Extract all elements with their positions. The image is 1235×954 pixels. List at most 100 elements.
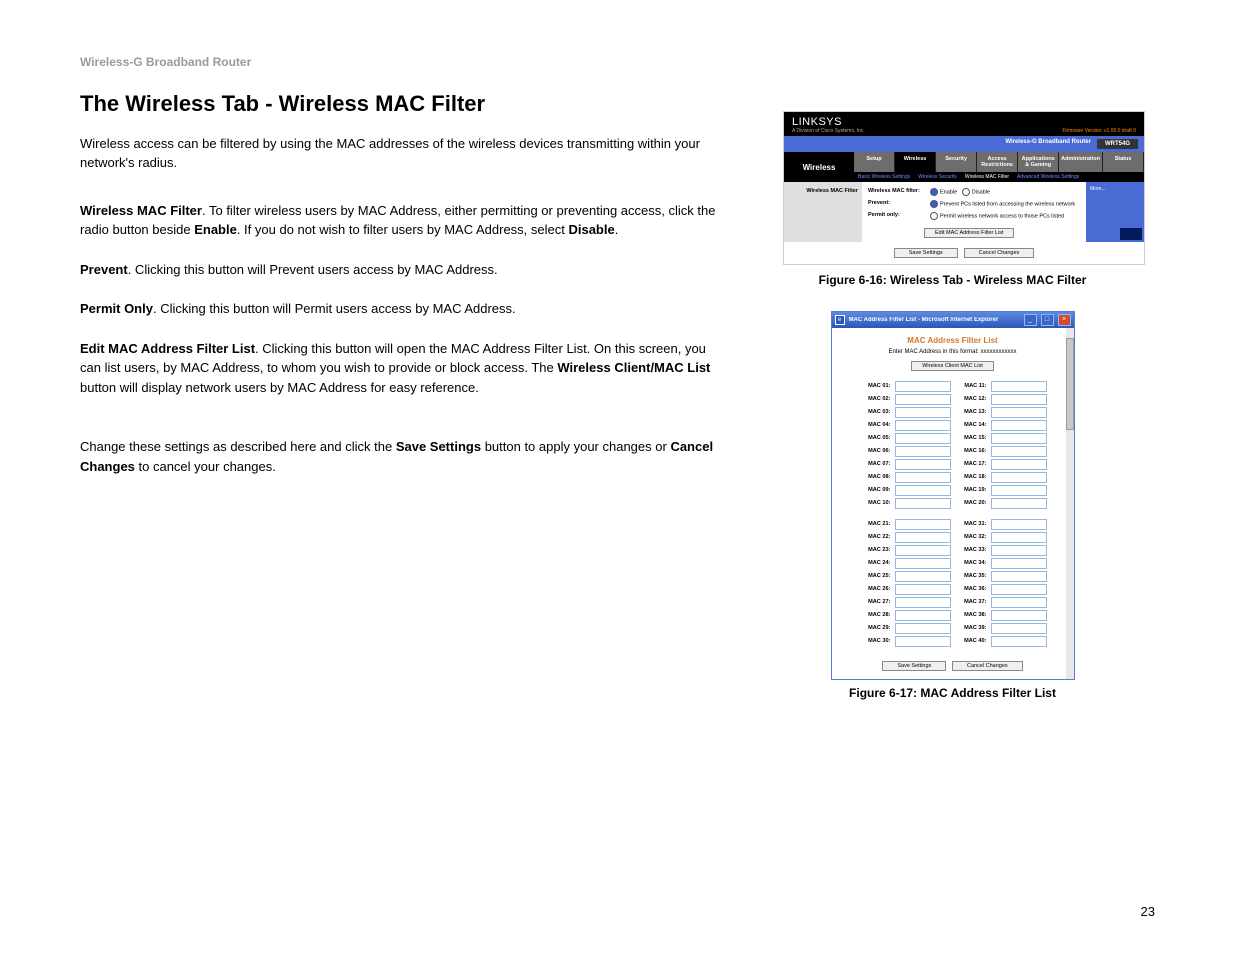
tab-wireless[interactable]: Wireless — [895, 152, 936, 172]
radio-permit[interactable] — [930, 212, 938, 220]
mac-input[interactable] — [895, 636, 951, 647]
main-tabs: Setup Wireless Security Access Restricti… — [854, 152, 1144, 172]
mac-input[interactable] — [991, 485, 1047, 496]
mac-input[interactable] — [895, 472, 951, 483]
mac-label: MAC 26: — [859, 584, 891, 595]
mac-input[interactable] — [991, 459, 1047, 470]
mac-label: MAC 24: — [859, 558, 891, 569]
subtab-basic[interactable]: Basic Wireless Settings — [858, 174, 910, 180]
mac-input[interactable] — [991, 558, 1047, 569]
mac-input[interactable] — [895, 571, 951, 582]
mac-input[interactable] — [991, 571, 1047, 582]
mac-label: MAC 11: — [955, 381, 987, 392]
tab-status[interactable]: Status — [1103, 152, 1144, 172]
mac-input[interactable] — [895, 407, 951, 418]
mac-input[interactable] — [895, 623, 951, 634]
mac-input[interactable] — [991, 597, 1047, 608]
mac-input[interactable] — [895, 610, 951, 621]
more-link[interactable]: More... — [1090, 186, 1106, 192]
mac-label: MAC 27: — [859, 597, 891, 608]
tab-security[interactable]: Security — [936, 152, 977, 172]
close-icon[interactable]: × — [1058, 314, 1071, 326]
mac-input[interactable] — [991, 498, 1047, 509]
mac-input[interactable] — [991, 532, 1047, 543]
mac-label: MAC 23: — [859, 545, 891, 556]
mac-label: MAC 12: — [955, 394, 987, 405]
mac-input[interactable] — [895, 519, 951, 530]
window-title: MAC Address Filter List - Microsoft Inte… — [849, 317, 1020, 323]
page-number: 23 — [1141, 904, 1155, 919]
radio-disable[interactable] — [962, 188, 970, 196]
subtab-macfilter[interactable]: Wireless MAC Filter — [965, 174, 1009, 180]
mac-label: MAC 36: — [955, 584, 987, 595]
body-left-label: Wireless MAC Filter — [784, 182, 862, 242]
mac-input[interactable] — [991, 519, 1047, 530]
mac-label: MAC 09: — [859, 485, 891, 496]
linksys-logo: LINKSYS — [792, 116, 865, 128]
mac-input[interactable] — [895, 558, 951, 569]
mac-label: MAC 19: — [955, 485, 987, 496]
mac-label: MAC 22: — [859, 532, 891, 543]
mac-input[interactable] — [895, 597, 951, 608]
radio-prevent[interactable] — [930, 200, 938, 208]
mac-input[interactable] — [895, 532, 951, 543]
mac-input[interactable] — [991, 610, 1047, 621]
mac-input[interactable] — [895, 420, 951, 431]
save-settings-button[interactable]: Save Settings — [894, 248, 958, 258]
mac-input[interactable] — [991, 394, 1047, 405]
minimize-icon[interactable]: _ — [1024, 314, 1037, 326]
mac-input[interactable] — [991, 545, 1047, 556]
mac-input[interactable] — [895, 394, 951, 405]
mac-input[interactable] — [895, 433, 951, 444]
figure2-caption: Figure 6-17: MAC Address Filter List — [750, 686, 1155, 700]
mac-grid-1: MAC 01:MAC 11:MAC 02:MAC 12:MAC 03:MAC 1… — [842, 381, 1064, 509]
mac-input[interactable] — [991, 636, 1047, 647]
cisco-logo-icon — [1120, 228, 1142, 240]
logo-subtitle: A Division of Cisco Systems, Inc. — [792, 128, 865, 134]
mac-label: MAC 25: — [859, 571, 891, 582]
mac-input[interactable] — [991, 472, 1047, 483]
tab-access[interactable]: Access Restrictions — [977, 152, 1018, 172]
mac-input[interactable] — [991, 623, 1047, 634]
mac-input[interactable] — [991, 433, 1047, 444]
wireless-client-list-button[interactable]: Wireless Client MAC List — [911, 361, 994, 371]
subtab-security[interactable]: Wireless Security — [918, 174, 957, 180]
intro-text: Wireless access can be filtered by using… — [80, 135, 720, 173]
firmware-label: Firmware Version: v1.00.0 draft 0 — [1062, 128, 1136, 134]
mac-label: MAC 01: — [859, 381, 891, 392]
edit-mac-list-button[interactable]: Edit MAC Address Filter List — [924, 228, 1014, 238]
mac-label: MAC 38: — [955, 610, 987, 621]
mac-input[interactable] — [895, 485, 951, 496]
mac-input[interactable] — [895, 446, 951, 457]
mac-input[interactable] — [991, 407, 1047, 418]
mac-label: MAC 33: — [955, 545, 987, 556]
mac-input[interactable] — [895, 545, 951, 556]
mac-input[interactable] — [991, 420, 1047, 431]
sub-tabs: Basic Wireless Settings Wireless Securit… — [854, 172, 1144, 182]
mac-input[interactable] — [895, 459, 951, 470]
mac-label: MAC 13: — [955, 407, 987, 418]
scrollbar-thumb[interactable] — [1066, 338, 1074, 430]
subtab-advanced[interactable]: Advanced Wireless Settings — [1017, 174, 1079, 180]
cancel-changes-button[interactable]: Cancel Changes — [964, 248, 1035, 258]
model-badge: WRT54G — [1097, 139, 1138, 149]
scrollbar[interactable] — [1066, 328, 1074, 679]
maclist-cancel-button[interactable]: Cancel Changes — [952, 661, 1023, 671]
mac-input[interactable] — [991, 446, 1047, 457]
mac-input[interactable] — [991, 381, 1047, 392]
label-macfilter: Wireless MAC filter: — [868, 188, 924, 194]
tab-setup[interactable]: Setup — [854, 152, 895, 172]
maximize-icon[interactable]: □ — [1041, 314, 1054, 326]
mac-input[interactable] — [895, 381, 951, 392]
section-label: Wireless — [784, 152, 854, 182]
radio-enable[interactable] — [930, 188, 938, 196]
mac-input[interactable] — [991, 584, 1047, 595]
help-sidebar: More... — [1086, 182, 1144, 242]
mac-input[interactable] — [895, 584, 951, 595]
tab-apps[interactable]: Applications & Gaming — [1018, 152, 1059, 172]
mac-input[interactable] — [895, 498, 951, 509]
figure1-caption: Figure 6-16: Wireless Tab - Wireless MAC… — [750, 273, 1155, 287]
tab-admin[interactable]: Administration — [1059, 152, 1103, 172]
maclist-save-button[interactable]: Save Settings — [882, 661, 946, 671]
mac-label: MAC 34: — [955, 558, 987, 569]
